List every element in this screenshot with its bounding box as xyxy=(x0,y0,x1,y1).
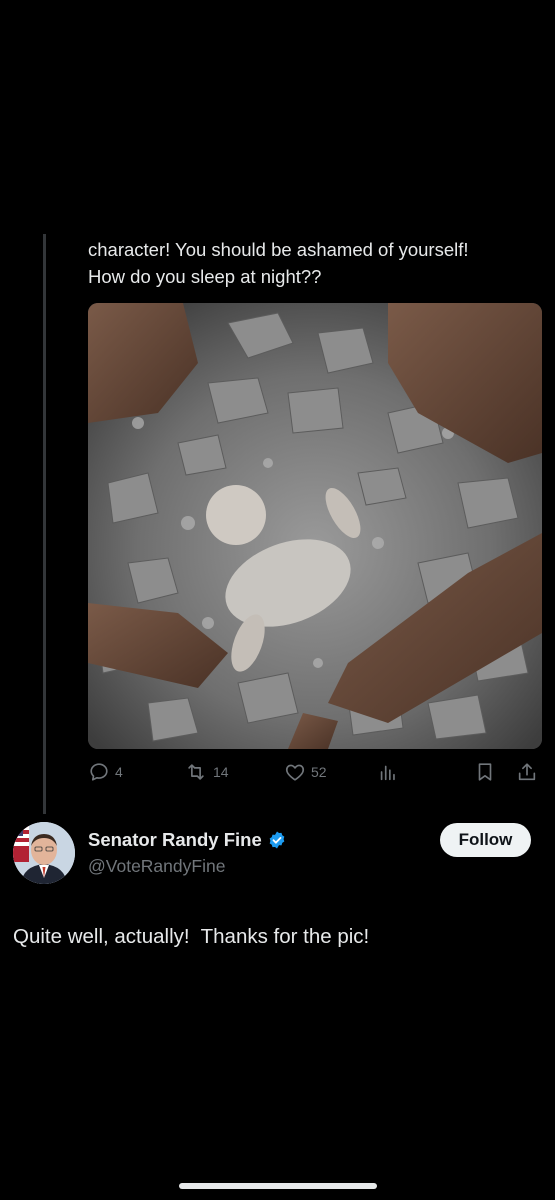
views-action[interactable] xyxy=(377,758,399,786)
verified-badge-icon xyxy=(269,831,285,849)
reply-author-row: Senator Randy Fine xyxy=(88,829,287,851)
views-icon xyxy=(380,765,395,781)
share-action[interactable] xyxy=(516,758,538,786)
like-action[interactable]: 52 xyxy=(284,758,327,786)
reply-count: 4 xyxy=(115,764,123,780)
bookmark-action[interactable] xyxy=(474,758,496,786)
media-photo xyxy=(88,303,542,749)
share-icon xyxy=(518,763,536,781)
parent-post-text: character! You should be ashamed of your… xyxy=(88,236,548,290)
heart-icon xyxy=(285,764,305,781)
thread-line xyxy=(43,234,46,814)
repost-action[interactable]: 14 xyxy=(184,758,229,786)
reply-avatar[interactable] xyxy=(13,822,75,884)
reply-icon xyxy=(90,763,108,781)
parent-post-text-line-1: character! You should be ashamed of your… xyxy=(88,239,469,260)
parent-post-text-line-2: How do you sleep at night?? xyxy=(88,266,322,287)
reply-post-text: Quite well, actually! Thanks for the pic… xyxy=(13,925,370,948)
parent-post-actions: 4 14 52 xyxy=(88,758,542,786)
reply-display-name[interactable]: Senator Randy Fine xyxy=(88,829,262,851)
follow-button[interactable]: Follow xyxy=(440,823,531,857)
reply-action[interactable]: 4 xyxy=(88,758,123,786)
avatar-photo xyxy=(13,822,75,884)
reply-handle[interactable]: @VoteRandyFine xyxy=(88,856,225,877)
repost-icon xyxy=(188,764,204,780)
parent-post-media[interactable] xyxy=(88,303,542,749)
bookmark-icon xyxy=(478,763,492,781)
like-count: 52 xyxy=(311,764,327,780)
repost-count: 14 xyxy=(213,764,229,780)
home-indicator xyxy=(179,1183,377,1189)
